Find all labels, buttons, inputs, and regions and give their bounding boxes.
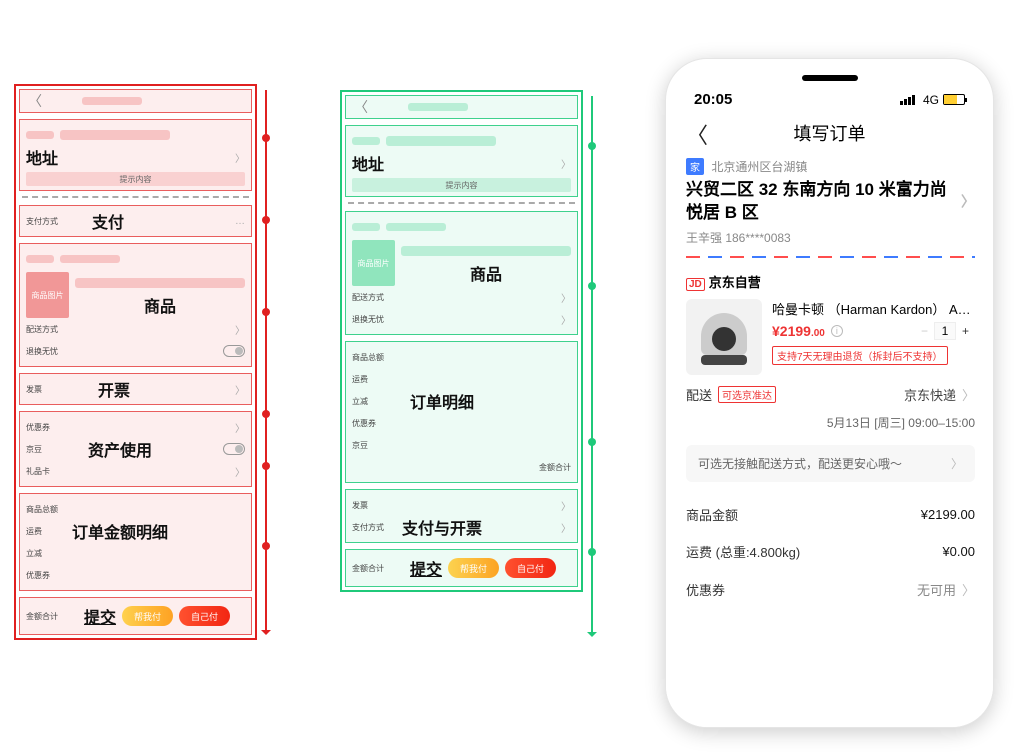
- chevron-right-icon: 〉: [962, 385, 975, 404]
- qty-input[interactable]: [934, 322, 956, 340]
- wf-detail-block: 商品总额 运费 立减 订单明细 优惠券 京豆 金额合计: [345, 341, 578, 483]
- address-line: 兴贸二区 32 东南方向 10 米富力尚悦居 B 区 〉: [686, 179, 975, 225]
- qty-minus[interactable]: −: [915, 324, 934, 338]
- seller-card: JD京东自营 哈曼卡顿 （Harman Kardon） Aura St... ¥…: [686, 272, 975, 607]
- wf-asset-block[interactable]: 优惠券 〉 京豆 资产使用 礼品卡 〉: [19, 411, 252, 487]
- coupon-row[interactable]: 优惠券 无可用 〉: [686, 570, 975, 599]
- product-image: [686, 299, 762, 375]
- chevron-right-icon: 〉: [961, 192, 975, 211]
- wf-goods-block[interactable]: 商品图片 商品 配送方式 〉 退换无忧 〉: [345, 211, 578, 335]
- network-label: 4G: [923, 93, 939, 107]
- wf-submit-bar: 金额合计 提交 帮我付 自己付: [19, 597, 252, 635]
- signal-icon: [900, 95, 915, 105]
- quantity-stepper[interactable]: − +: [915, 322, 975, 340]
- phone-mockup: 20:05 4G 〈 填写订单 家 北京通州区台湖镇 兴贸二区 32 东南方向 …: [665, 58, 994, 728]
- order-scroll[interactable]: 家 北京通州区台湖镇 兴贸二区 32 东南方向 10 米富力尚悦居 B 区 〉 …: [666, 152, 993, 727]
- chevron-right-icon: 〉: [235, 322, 245, 337]
- address-card[interactable]: 家 北京通州区台湖镇 兴贸二区 32 东南方向 10 米富力尚悦居 B 区 〉 …: [686, 152, 975, 256]
- dashed-separator: [348, 202, 575, 206]
- phone-speaker-icon: [802, 75, 858, 81]
- wf-goods-block[interactable]: 商品图片 商品 配送方式 〉 退换无忧: [19, 243, 252, 367]
- amount-subtotal: 商品金额 ¥2199.00: [686, 496, 975, 533]
- jd-badge-icon: JD: [686, 278, 705, 291]
- wf-invoice-heading: 开票: [98, 377, 130, 401]
- seller-name: JD京东自营: [686, 272, 975, 299]
- title-placeholder: [408, 103, 468, 111]
- product-price: ¥2199.00: [772, 323, 825, 339]
- chevron-right-icon: 〉: [951, 455, 963, 472]
- info-icon[interactable]: i: [831, 325, 843, 337]
- qty-plus[interactable]: +: [956, 324, 975, 338]
- wf-address-block[interactable]: 地址 〉 提示内容: [345, 125, 578, 197]
- wf-navbar: 〈: [19, 89, 252, 113]
- title-placeholder: [82, 97, 142, 105]
- contactless-notice[interactable]: 可选无接触配送方式，配送更安心哦～ 〉: [686, 445, 975, 482]
- navbar-title: 填写订单: [794, 120, 866, 146]
- wf-asset-heading: 资产使用: [88, 437, 152, 461]
- chevron-right-icon: 〉: [235, 150, 245, 165]
- pay-row-label: 支付方式: [26, 216, 58, 227]
- address-tag: 家: [686, 158, 704, 175]
- shipping-time: 5月13日 [周三] 09:00–15:00: [686, 414, 975, 439]
- dashed-separator: [22, 196, 249, 200]
- navbar: 〈 填写订单: [666, 114, 993, 152]
- chevron-right-icon: 〉: [962, 580, 975, 599]
- battery-icon: [943, 94, 965, 105]
- product-image-placeholder: 商品图片: [26, 272, 69, 318]
- shipping-row[interactable]: 配送 可选京准达 京东快递 〉: [686, 375, 975, 414]
- wf-goods-heading: 商品: [144, 293, 176, 317]
- status-time: 20:05: [694, 91, 732, 108]
- wf-amount-heading: 订单金额明细: [72, 519, 168, 543]
- address-city: 北京通州区台湖镇: [711, 160, 807, 174]
- self-pay-button[interactable]: 自己付: [179, 606, 230, 626]
- toggle[interactable]: [223, 443, 245, 455]
- help-pay-button[interactable]: 帮我付: [448, 558, 499, 578]
- self-pay-button[interactable]: 自己付: [505, 558, 556, 578]
- wf-navbar: 〈: [345, 95, 578, 119]
- wf-submit-heading: 提交: [84, 604, 116, 628]
- product-title: 哈曼卡顿 （Harman Kardon） Aura St...: [772, 299, 975, 318]
- wf-submit-bar: 金额合计 提交 帮我付 自己付: [345, 549, 578, 587]
- back-icon[interactable]: 〈: [28, 91, 42, 111]
- status-bar: 20:05 4G: [666, 87, 993, 114]
- wf-invoice-block[interactable]: 发票 开票 〉: [19, 373, 252, 405]
- back-button[interactable]: 〈: [686, 118, 708, 150]
- wireframe-variant-b: 〈 地址 〉 提示内容 商品图片 商品 配送方式 〉 退换无忧 〉: [340, 90, 583, 592]
- back-icon[interactable]: 〈: [354, 97, 368, 117]
- wf-address-hint: 提示内容: [26, 172, 245, 186]
- toggle[interactable]: [223, 345, 245, 357]
- amount-shipfee: 运费 (总重:4.800kg) ¥0.00: [686, 533, 975, 570]
- wf-address-block[interactable]: 地址 〉 提示内容: [19, 119, 252, 191]
- wf-amount-block: 商品总额 运费 订单金额明细 立减 优惠券: [19, 493, 252, 591]
- divider-stripe: [686, 256, 975, 258]
- return-policy-badge: 支持7天无理由退货（拆封后不支持）: [772, 346, 948, 365]
- flow-line-green: [591, 96, 593, 636]
- wf-pay-block[interactable]: 支付方式 支付 …: [19, 205, 252, 237]
- address-person: 王辛强 186****0083: [686, 229, 975, 246]
- wireframe-variant-a: 〈 地址 〉 提示内容 支付方式 支付 … 商品图片 商品: [14, 84, 257, 640]
- flow-line-red: [265, 90, 267, 634]
- wf-address-heading: 地址: [26, 145, 58, 169]
- help-pay-button[interactable]: 帮我付: [122, 606, 173, 626]
- wf-payinvoice-block[interactable]: 发票 〉 支付方式 支付与开票 〉: [345, 489, 578, 543]
- shipping-chip: 可选京准达: [718, 386, 776, 403]
- product-row[interactable]: 哈曼卡顿 （Harman Kardon） Aura St... ¥2199.00…: [686, 299, 975, 375]
- wf-pay-heading: 支付: [92, 209, 124, 233]
- speaker-product-icon: [701, 309, 747, 365]
